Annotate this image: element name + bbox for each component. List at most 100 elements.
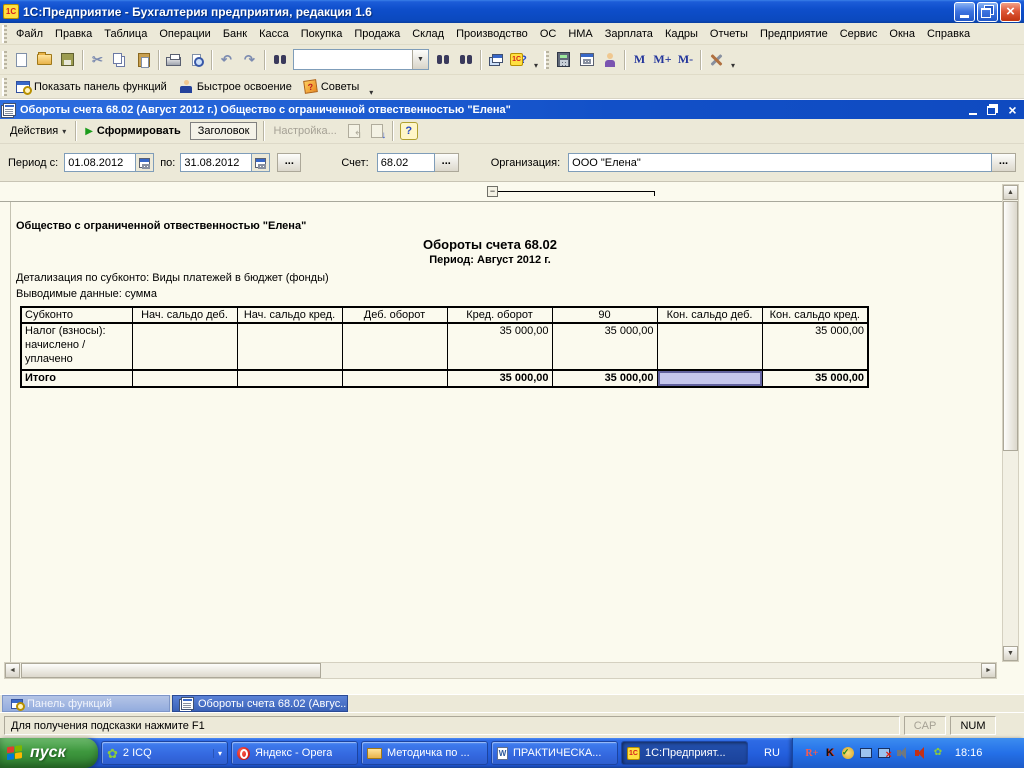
toolbar-grip[interactable]: [2, 77, 7, 96]
toolbar-grip[interactable]: [2, 24, 7, 43]
toolbar-more-button[interactable]: ▾: [365, 77, 377, 97]
cell-total-begin-credit[interactable]: [236, 369, 343, 388]
menu-sale[interactable]: Продажа: [348, 25, 406, 43]
find-prev-button[interactable]: [454, 48, 477, 71]
network-error-icon[interactable]: [877, 748, 892, 761]
cell-90[interactable]: 35 000,00: [551, 322, 658, 371]
generate-button[interactable]: ▶ Сформировать: [79, 123, 187, 139]
col-header-debit-turnover[interactable]: Деб. оборот: [341, 306, 448, 324]
cell-end-debit[interactable]: [656, 322, 763, 371]
new-document-button[interactable]: [10, 48, 33, 71]
menu-bank[interactable]: Банк: [217, 25, 253, 43]
menu-kassa[interactable]: Касса: [253, 25, 295, 43]
cell-debit-turnover[interactable]: [341, 322, 448, 371]
restore-button[interactable]: [977, 1, 998, 22]
report-titlebar[interactable]: Обороты счета 68.02 (Август 2012 г.) Общ…: [0, 100, 1024, 119]
vertical-scroll-thumb[interactable]: [1003, 201, 1018, 451]
menu-service[interactable]: Сервис: [834, 25, 884, 43]
search-combobox[interactable]: ▼: [293, 49, 429, 70]
col-header-end-credit[interactable]: Кон. сальдо кред.: [761, 306, 869, 324]
paste-button[interactable]: [132, 48, 155, 71]
search-combobox-input[interactable]: [294, 50, 412, 69]
find-button[interactable]: [268, 48, 291, 71]
vertical-scrollbar[interactable]: ▲ ▼: [1002, 184, 1019, 662]
quick-learn-button[interactable]: Быстрое освоение: [173, 78, 298, 95]
menu-salary[interactable]: Зарплата: [599, 25, 659, 43]
cut-button[interactable]: ✂: [86, 48, 109, 71]
taskbar-button-1c[interactable]: 1С 1С:Предприят...: [621, 741, 748, 765]
user-monitor-button[interactable]: [598, 48, 621, 71]
doc-close-button[interactable]: [1004, 102, 1021, 117]
menu-enterprise[interactable]: Предприятие: [754, 25, 834, 43]
memory-recall-button[interactable]: M: [628, 48, 651, 71]
cell-subkonto[interactable]: Налог (взносы): начислено / уплачено: [20, 322, 133, 371]
volume-icon[interactable]: [897, 747, 907, 759]
col-header-end-debit[interactable]: Кон. сальдо деб.: [656, 306, 763, 324]
col-header-credit-turnover[interactable]: Кред. оборот: [446, 306, 553, 324]
period-to-input[interactable]: [180, 153, 253, 172]
collapse-icon[interactable]: −: [487, 186, 498, 197]
1c-help-button[interactable]: 1С ?: [507, 48, 530, 71]
redo-button[interactable]: ↷: [238, 48, 261, 71]
tips-button[interactable]: ? Советы: [298, 78, 365, 95]
calendar-button[interactable]: [575, 48, 598, 71]
cell-total-end-credit[interactable]: 35 000,00: [761, 369, 869, 388]
scroll-right-button[interactable]: ►: [981, 663, 996, 678]
doc-restore-button[interactable]: [984, 102, 1001, 117]
cell-total-90[interactable]: 35 000,00: [551, 369, 658, 388]
open-button[interactable]: [33, 48, 56, 71]
horizontal-scrollbar[interactable]: ◄ ►: [4, 662, 997, 679]
toolbar-more-button[interactable]: ▾: [530, 50, 542, 70]
scroll-down-button[interactable]: ▼: [1003, 646, 1018, 661]
settings-button[interactable]: Настройка...: [267, 123, 342, 139]
period-from-input[interactable]: [64, 153, 137, 172]
actions-button[interactable]: Действия ▾: [4, 123, 72, 139]
menu-purchase[interactable]: Покупка: [295, 25, 349, 43]
kaspersky-icon[interactable]: [823, 746, 837, 760]
col-header-begin-credit[interactable]: Нач. сальдо кред.: [236, 306, 343, 324]
cell-total-label[interactable]: Итого: [20, 369, 133, 388]
tab-function-panel[interactable]: Панель функций: [2, 695, 170, 712]
windows-list-button[interactable]: [484, 48, 507, 71]
toolbar-more-button[interactable]: ▾: [727, 50, 739, 70]
rplus-tray-icon[interactable]: [805, 746, 819, 760]
col-header-subkonto[interactable]: Субконто: [20, 306, 133, 324]
taskbar-button-folder[interactable]: Методичка по ...: [361, 741, 488, 765]
calculator-button[interactable]: [552, 48, 575, 71]
chevron-down-icon[interactable]: ▾: [212, 748, 222, 758]
organization-input[interactable]: [568, 153, 992, 172]
selected-cell-total-end-debit[interactable]: [656, 369, 763, 388]
menu-operations[interactable]: Операции: [153, 25, 216, 43]
tab-report-turnover[interactable]: Обороты счета 68.02 (Авгус...: [172, 695, 348, 712]
taskbar-button-opera[interactable]: Яндекс - Opera: [231, 741, 358, 765]
period-from-calendar-button[interactable]: [136, 153, 155, 172]
menu-help[interactable]: Справка: [921, 25, 976, 43]
menu-os[interactable]: ОС: [534, 25, 563, 43]
monitor-icon[interactable]: [859, 748, 872, 758]
menu-windows[interactable]: Окна: [883, 25, 921, 43]
menu-production[interactable]: Производство: [450, 25, 534, 43]
menu-table[interactable]: Таблица: [98, 25, 153, 43]
col-header-begin-debit[interactable]: Нач. сальдо деб.: [131, 306, 238, 324]
load-settings-button[interactable]: [343, 120, 366, 143]
help-button[interactable]: ?: [399, 122, 418, 140]
menu-warehouse[interactable]: Склад: [406, 25, 450, 43]
save-button[interactable]: [56, 48, 79, 71]
print-preview-button[interactable]: [185, 48, 208, 71]
doc-minimize-button[interactable]: [964, 102, 981, 117]
undo-button[interactable]: ↶: [215, 48, 238, 71]
memory-subtract-button[interactable]: M-: [674, 48, 697, 71]
menu-hr[interactable]: Кадры: [659, 25, 704, 43]
minimize-button[interactable]: [954, 1, 975, 22]
scroll-left-button[interactable]: ◄: [5, 663, 20, 678]
certificate-icon[interactable]: [841, 747, 854, 759]
speaker-icon[interactable]: [915, 747, 925, 759]
toolbar-grip[interactable]: [2, 50, 7, 69]
taskbar-button-icq[interactable]: 2 ICQ ▾: [101, 741, 228, 765]
cell-end-credit[interactable]: 35 000,00: [761, 322, 869, 371]
account-input[interactable]: [376, 153, 435, 172]
col-header-90[interactable]: 90: [551, 306, 658, 324]
tools-button[interactable]: [704, 48, 727, 71]
cell-begin-credit[interactable]: [236, 322, 343, 371]
combobox-dropdown-button[interactable]: ▼: [412, 50, 428, 69]
